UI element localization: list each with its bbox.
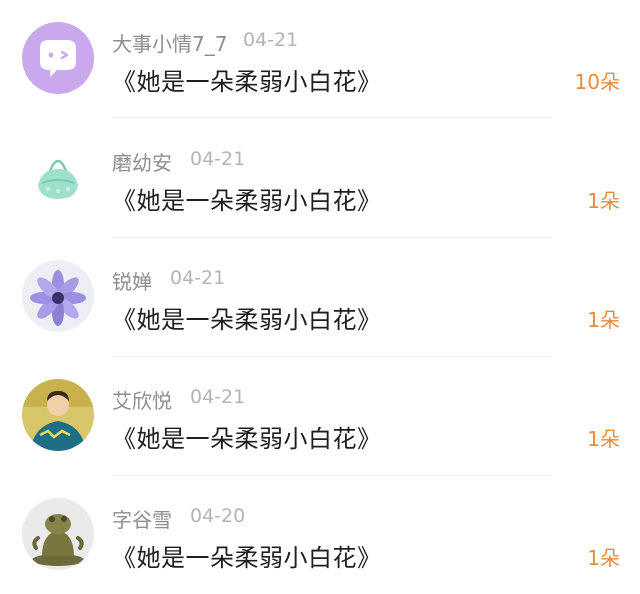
book-title[interactable]: 《她是一朵柔弱小白花》 xyxy=(112,62,382,97)
timestamp: 04-21 xyxy=(190,148,246,170)
flower-count: 1朵 xyxy=(587,308,620,332)
flower-count: 10朵 xyxy=(574,70,620,94)
list-item[interactable]: 锐婵 04-21 《她是一朵柔弱小白花》 1朵 xyxy=(0,238,640,357)
book-title[interactable]: 《她是一朵柔弱小白花》 xyxy=(112,181,382,216)
flower-count: 1朵 xyxy=(587,427,620,451)
bronze-frog-statue-icon xyxy=(22,498,94,570)
book-title[interactable]: 《她是一朵柔弱小白花》 xyxy=(112,538,382,573)
book-title[interactable]: 《她是一朵柔弱小白花》 xyxy=(112,300,382,335)
timestamp: 04-21 xyxy=(243,29,299,51)
user-name[interactable]: 艾欣悦 xyxy=(112,385,172,414)
avatar[interactable] xyxy=(22,498,94,570)
book-title[interactable]: 《她是一朵柔弱小白花》 xyxy=(112,419,382,454)
avatar[interactable] xyxy=(22,260,94,332)
divider xyxy=(112,117,552,118)
timestamp: 04-21 xyxy=(190,386,246,408)
user-name[interactable]: 锐婵 xyxy=(112,266,152,295)
user-name[interactable]: 大事小情7_7 xyxy=(112,28,227,57)
timestamp: 04-21 xyxy=(170,267,226,289)
avatar[interactable] xyxy=(22,22,94,94)
user-name[interactable]: 字谷雪 xyxy=(112,504,172,533)
flower-count: 1朵 xyxy=(587,546,620,570)
purple-chat-bubble-icon xyxy=(22,22,94,94)
list-item[interactable]: 大事小情7_7 04-21 《她是一朵柔弱小白花》 10朵 xyxy=(0,0,640,118)
flower-count: 1朵 xyxy=(587,189,620,213)
person-photo-icon xyxy=(22,379,94,451)
list-item[interactable]: 字谷雪 04-20 《她是一朵柔弱小白花》 1朵 xyxy=(0,476,640,594)
avatar[interactable] xyxy=(22,379,94,451)
list-item[interactable]: 艾欣悦 04-21 《她是一朵柔弱小白花》 1朵 xyxy=(0,357,640,476)
avatar[interactable] xyxy=(22,141,94,213)
mint-handbag-icon xyxy=(22,141,94,213)
timestamp: 04-20 xyxy=(190,505,246,527)
list-item[interactable]: 磨幼安 04-21 《她是一朵柔弱小白花》 1朵 xyxy=(0,119,640,238)
purple-flower-icon xyxy=(22,260,94,332)
user-name[interactable]: 磨幼安 xyxy=(112,147,172,176)
